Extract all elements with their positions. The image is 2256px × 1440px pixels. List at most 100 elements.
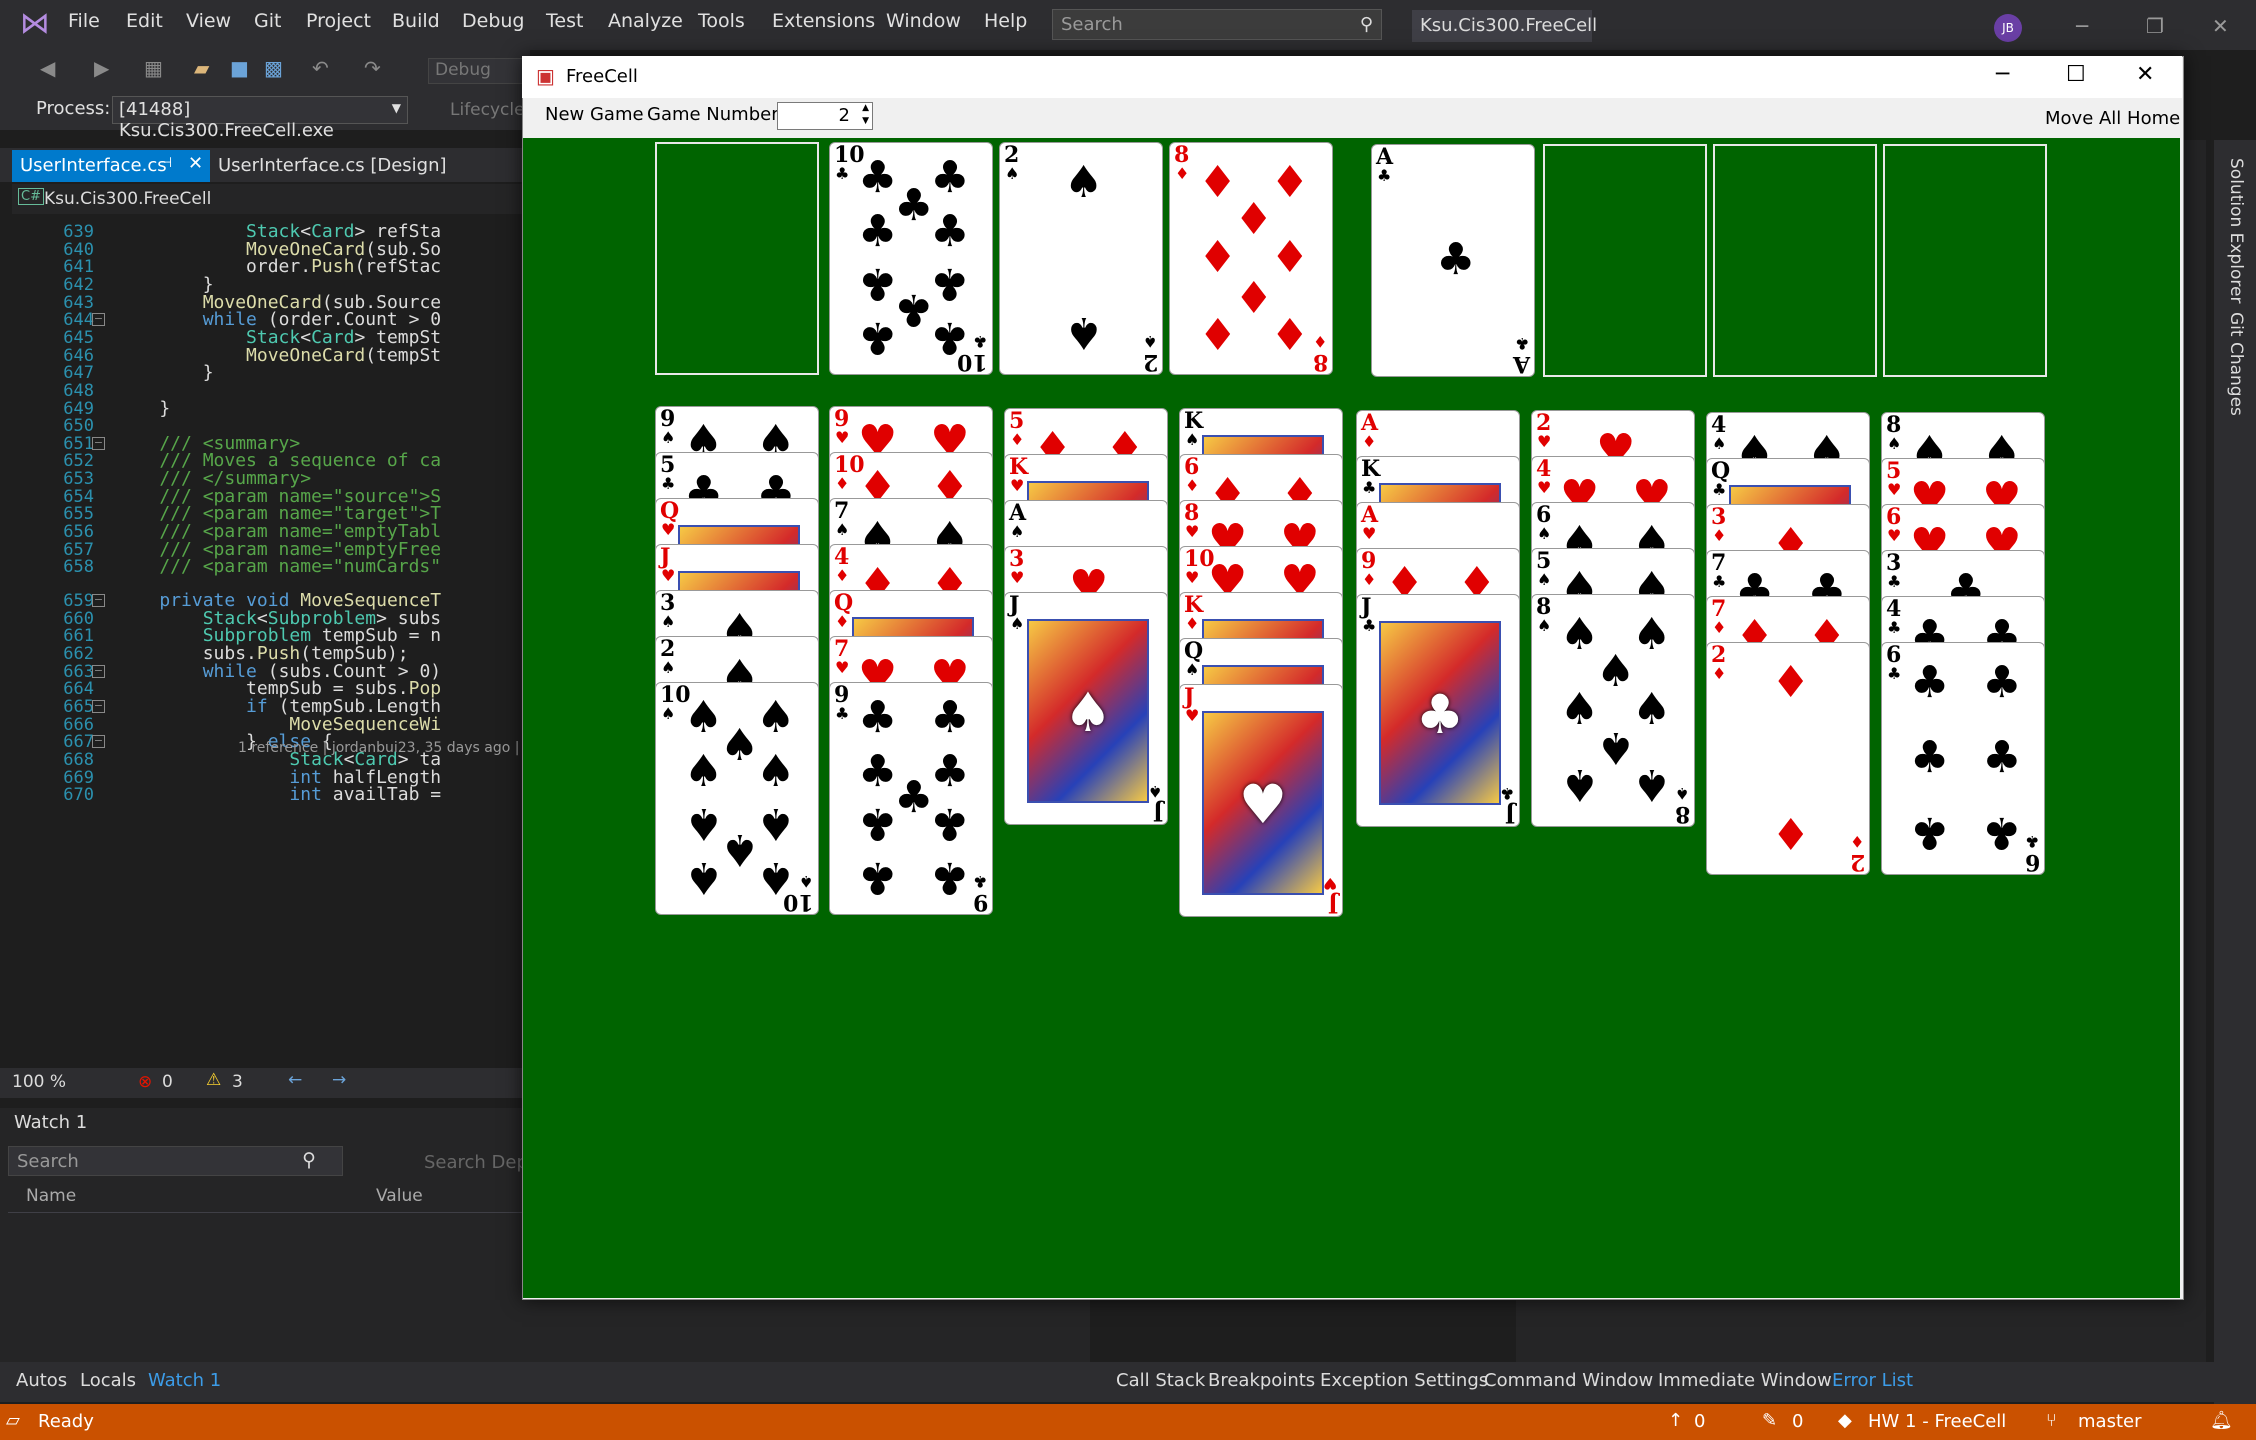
watch-col-value[interactable]: Value (376, 1186, 423, 1206)
menu-git[interactable]: Git (254, 10, 281, 32)
save-icon[interactable]: ■ (230, 56, 249, 80)
free-cell-empty[interactable] (655, 142, 819, 375)
maximize-icon[interactable]: ☐ (2066, 62, 2086, 87)
debug-tab-error-list[interactable]: Error List (1832, 1370, 1913, 1391)
codelens[interactable]: 1 reference | jordanbui23, 35 days ago | (238, 740, 519, 756)
code-line[interactable]: int availTab = (116, 784, 441, 805)
zoom-level[interactable]: 100 % (12, 1072, 66, 1092)
tab-userinterface-cs[interactable]: UserInterface.cs ⊣ ✕ (12, 150, 210, 182)
branch-icon[interactable]: ⑂ (2046, 1410, 2057, 1431)
code-line[interactable]: /// <param name="numCards" (116, 556, 441, 577)
new-game-button[interactable]: New Game (545, 104, 644, 125)
new-project-icon[interactable]: ▦ (144, 56, 163, 80)
nav-back-icon[interactable]: ← (288, 1070, 302, 1090)
watch-col-name[interactable]: Name (26, 1186, 76, 1206)
notifications-icon[interactable]: 🔔︎ (2210, 1410, 2233, 1431)
collapse-icon[interactable]: − (92, 594, 105, 607)
close-icon[interactable]: ✕ (2212, 14, 2229, 38)
repo-icon[interactable]: ◆ (1838, 1410, 1852, 1431)
code-line[interactable]: } (116, 362, 214, 383)
nav-forward-icon[interactable]: → (332, 1070, 346, 1090)
debug-tab-breakpoints[interactable]: Breakpoints (1208, 1370, 1315, 1391)
tableau-card[interactable]: 2 ♦ ♦ ♦ 2 ♦ (1706, 642, 1870, 875)
menu-extensions[interactable]: Extensions (772, 10, 875, 32)
branch-name[interactable]: master (2078, 1411, 2141, 1432)
minimize-icon[interactable]: ─ (2076, 14, 2088, 38)
debug-tab-call-stack[interactable]: Call Stack (1116, 1370, 1205, 1391)
save-all-icon[interactable]: ▩ (264, 56, 283, 80)
push-count[interactable]: 0 (1694, 1411, 1705, 1432)
move-all-home-button[interactable]: Move All Home (2045, 108, 2180, 129)
tableau-card[interactable]: 9 ♣ ♣ ♣ ♣ ♣ ♣ ♣ ♣ ♣ ♣ 9 ♣ (829, 682, 993, 915)
debug-tab-watch-1[interactable]: Watch 1 (148, 1370, 221, 1391)
error-count[interactable]: 0 (162, 1072, 173, 1092)
vs-search-input[interactable]: Search ⚲ (1052, 9, 1382, 40)
menu-file[interactable]: File (68, 10, 100, 32)
code-editor[interactable]: 639 Stack<Card> refSta 640 MoveOneCard(su… (12, 214, 530, 1068)
free-cell-card[interactable]: 8 ♦ ♦ ♦ ♦ ♦ ♦ ♦ ♦ ♦ 8 ♦ (1169, 142, 1333, 375)
pencil-icon[interactable]: ✎ (1762, 1410, 1777, 1431)
collapse-icon[interactable]: − (92, 735, 105, 749)
menu-edit[interactable]: Edit (126, 10, 163, 32)
pending-count[interactable]: 0 (1792, 1411, 1803, 1432)
open-folder-icon[interactable]: ▰ (194, 56, 209, 80)
tableau-card[interactable]: J♥♥J♥ (1179, 684, 1343, 917)
tableau-card[interactable]: J ♣ ♣ J ♣ (1356, 594, 1520, 827)
free-cell-card[interactable]: 10 ♣ ♣ ♣ ♣ ♣ ♣ ♣ ♣ ♣ ♣ ♣ 10 ♣ (829, 142, 993, 375)
collapse-icon[interactable]: − (92, 664, 105, 678)
config-select[interactable]: Debug (428, 58, 528, 84)
tableau-card[interactable]: 8♠♠♠♠♠♠♠♠♠8♠ (1531, 594, 1695, 827)
game-number-value[interactable]: 2 (839, 105, 850, 126)
tableau-card[interactable]: 10 ♠ ♠ ♠ ♠ ♠ ♠ ♠ ♠ ♠ ♠ ♠ 10 ♠ (655, 682, 819, 915)
freecell-titlebar[interactable]: ▣ FreeCell ─ ☐ ✕ (522, 56, 2182, 98)
search-icon[interactable]: ⚲ (302, 1149, 316, 1171)
watch-search-input[interactable]: Search ⚲ (8, 1146, 343, 1176)
avatar[interactable]: JB (1994, 14, 2022, 42)
code-line[interactable]: } (116, 398, 170, 419)
menu-view[interactable]: View (186, 10, 231, 32)
menu-window[interactable]: Window (886, 10, 961, 32)
pin-icon[interactable]: ⊣ (160, 155, 172, 171)
debug-tab-immediate-window[interactable]: Immediate Window (1658, 1370, 1832, 1391)
close-tab-icon[interactable]: ✕ (188, 153, 203, 174)
tab-userinterface-design[interactable]: UserInterface.cs [Design] (210, 150, 500, 182)
warning-count[interactable]: 3 (232, 1072, 243, 1092)
watch-search-depth[interactable]: Search Dept (424, 1152, 535, 1173)
menu-help[interactable]: Help (984, 10, 1027, 32)
menu-build[interactable]: Build (392, 10, 440, 32)
menu-tools[interactable]: Tools (698, 10, 745, 32)
debug-tab-autos[interactable]: Autos (16, 1370, 67, 1391)
vs-logo-icon[interactable]: ⋈ (20, 6, 50, 41)
home-cell-empty[interactable] (1543, 144, 1707, 377)
stepper-down-icon[interactable]: ▼ (862, 116, 869, 126)
forward-icon[interactable]: ▶ (94, 56, 109, 80)
collapse-icon[interactable]: − (92, 436, 105, 450)
side-tab-solution-explorer[interactable]: Solution Explorer (2226, 158, 2246, 303)
repo-name[interactable]: HW 1 - FreeCell (1868, 1411, 2006, 1432)
menu-project[interactable]: Project (306, 10, 371, 32)
undo-icon[interactable]: ↶ (312, 56, 329, 80)
collapse-icon[interactable]: − (92, 699, 105, 713)
debug-tab-locals[interactable]: Locals (80, 1370, 136, 1391)
home-cell-empty[interactable] (1713, 144, 1877, 377)
breadcrumb[interactable]: C# Ksu.Cis300.FreeCell (12, 184, 530, 215)
game-number-stepper[interactable]: 2 ▲ ▼ (777, 102, 873, 130)
lifecycle-label[interactable]: Lifecycle (450, 100, 525, 120)
menu-debug[interactable]: Debug (462, 10, 524, 32)
back-icon[interactable]: ◀ (40, 56, 55, 80)
restore-icon[interactable]: ❐ (2146, 14, 2164, 38)
free-cell-card[interactable]: 2 ♠ ♠ ♠ 2 ♠ (999, 142, 1163, 375)
tableau-card[interactable]: J ♠ ♠ J ♠ (1004, 592, 1168, 825)
menu-analyze[interactable]: Analyze (608, 10, 683, 32)
debug-tab-exception-settings[interactable]: Exception Settings (1320, 1370, 1488, 1391)
process-select[interactable]: [41488] Ksu.Cis300.FreeCell.exe ▼ (112, 96, 408, 141)
redo-icon[interactable]: ↷ (364, 56, 381, 80)
side-tab-git-changes[interactable]: Git Changes (2226, 312, 2246, 416)
menu-test[interactable]: Test (546, 10, 583, 32)
minimize-icon[interactable]: ─ (1996, 62, 2009, 87)
collapse-icon[interactable]: − (92, 313, 105, 327)
stepper-up-icon[interactable]: ▲ (862, 103, 869, 113)
home-cell-empty[interactable] (1883, 144, 2047, 377)
debug-tab-command-window[interactable]: Command Window (1484, 1370, 1653, 1391)
push-icon[interactable]: ↑ (1668, 1410, 1683, 1431)
